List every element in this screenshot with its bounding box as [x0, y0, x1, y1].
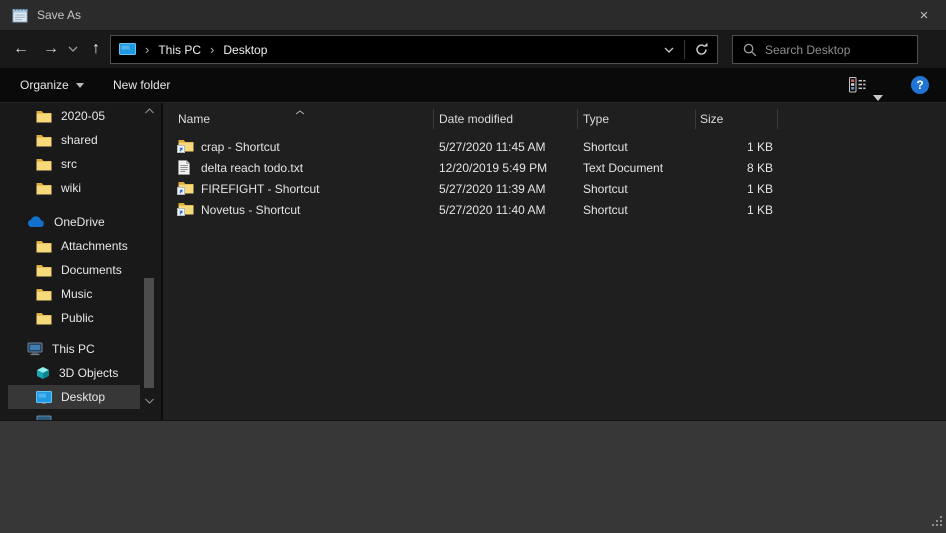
- address-dropdown-button[interactable]: [654, 36, 684, 63]
- sidebar-item-wiki[interactable]: wiki: [0, 176, 142, 200]
- computer-icon: [27, 342, 43, 356]
- window-title: Save As: [37, 8, 81, 22]
- text-document-icon: [178, 157, 195, 178]
- sidebar-item-public[interactable]: Public: [0, 306, 142, 330]
- save-options-panel: File name: Save as type: Text Documents …: [0, 420, 946, 533]
- command-toolbar: Organize New folder ?: [0, 68, 946, 103]
- sidebar-item-partial[interactable]: [0, 409, 142, 420]
- save-as-dialog: Save As × ← → ↑ › This PC › Desktop: [0, 0, 946, 533]
- refresh-button[interactable]: [685, 36, 717, 63]
- folder-icon: [36, 288, 52, 301]
- sidebar-item-onedrive[interactable]: OneDrive: [0, 210, 142, 234]
- dropdown-arrow-icon: [76, 83, 84, 88]
- help-button[interactable]: ?: [911, 76, 929, 94]
- chevron-up-icon: [145, 108, 154, 114]
- folder-shortcut-icon: [178, 199, 195, 220]
- sidebar-item-attachments[interactable]: Attachments: [0, 234, 142, 258]
- recent-locations-chevron[interactable]: [64, 30, 82, 68]
- onedrive-cloud-icon: [27, 216, 45, 228]
- chevron-down-icon: [68, 46, 78, 52]
- column-divider[interactable]: [433, 109, 434, 129]
- new-folder-button[interactable]: New folder: [113, 68, 170, 102]
- sidebar-scrollbar[interactable]: [142, 103, 156, 420]
- folder-icon: [36, 182, 52, 195]
- breadcrumb-separator: ›: [145, 42, 149, 57]
- breadcrumb-desktop[interactable]: Desktop: [223, 43, 267, 57]
- notepad-icon: [11, 6, 29, 24]
- forward-button[interactable]: →: [38, 30, 64, 68]
- sort-ascending-icon: [295, 104, 305, 118]
- folder-icon: [36, 110, 52, 123]
- column-header-name[interactable]: Name: [178, 107, 210, 130]
- sidebar-item-this-pc[interactable]: This PC: [0, 337, 142, 361]
- title-bar: Save As ×: [0, 0, 946, 30]
- search-icon: [743, 43, 757, 57]
- sidebar-item-documents[interactable]: Documents: [0, 258, 142, 282]
- organize-button[interactable]: Organize: [20, 68, 84, 102]
- search-box: [732, 35, 918, 64]
- column-divider[interactable]: [577, 109, 578, 129]
- folder-shortcut-icon: [178, 136, 195, 157]
- change-view-button[interactable]: [849, 77, 866, 93]
- dropdown-arrow-icon: [873, 95, 883, 101]
- column-divider[interactable]: [777, 109, 778, 129]
- sidebar-item-desktop[interactable]: Desktop: [8, 385, 140, 409]
- desktop-monitor-icon: [36, 391, 52, 404]
- navigation-bar: ← → ↑ › This PC › Desktop: [0, 30, 946, 68]
- organize-label: Organize: [20, 78, 69, 92]
- column-header-size[interactable]: Size: [700, 107, 723, 130]
- sidebar-item-music[interactable]: Music: [0, 282, 142, 306]
- sidebar-item-2020-05[interactable]: 2020-05: [0, 104, 142, 128]
- new-folder-label: New folder: [113, 78, 170, 92]
- file-list: Name Date modified Type Size crap - Shor…: [163, 103, 946, 420]
- chevron-down-icon: [145, 398, 154, 404]
- file-row-delta-reach-todo[interactable]: delta reach todo.txt 12/20/2019 5:49 PM …: [163, 157, 946, 178]
- sidebar-item-3d-objects[interactable]: 3D Objects: [0, 361, 142, 385]
- scroll-up-button[interactable]: [144, 107, 154, 115]
- this-pc-icon: [119, 43, 136, 56]
- details-view-icon: [849, 77, 866, 93]
- column-header-date-modified[interactable]: Date modified: [439, 107, 513, 130]
- address-bar[interactable]: › This PC › Desktop: [110, 35, 718, 64]
- scrollbar-thumb[interactable]: [144, 278, 154, 388]
- file-row-firefight-shortcut[interactable]: FIREFIGHT - Shortcut 5/27/2020 11:39 AM …: [163, 178, 946, 199]
- 3d-cube-icon: [36, 366, 50, 380]
- back-button[interactable]: ←: [8, 30, 34, 68]
- resize-grip[interactable]: [931, 515, 943, 530]
- scroll-down-button[interactable]: [144, 397, 154, 405]
- refresh-icon: [694, 42, 709, 57]
- folder-shortcut-icon: [178, 178, 195, 199]
- folder-icon: [36, 240, 52, 253]
- sidebar-item-src[interactable]: src: [0, 152, 142, 176]
- dialog-body: 2020-05 shared src wiki OneDrive Attachm…: [0, 103, 946, 420]
- search-input[interactable]: [765, 43, 917, 57]
- file-row-novetus-shortcut[interactable]: Novetus - Shortcut 5/27/2020 11:40 AM Sh…: [163, 199, 946, 220]
- chevron-down-icon: [664, 47, 674, 53]
- close-button[interactable]: ×: [902, 0, 946, 30]
- column-header-type[interactable]: Type: [583, 107, 609, 130]
- up-button[interactable]: ↑: [84, 30, 108, 68]
- folder-icon: [36, 264, 52, 277]
- folder-icon: [36, 158, 52, 171]
- file-row-crap-shortcut[interactable]: crap - Shortcut 5/27/2020 11:45 AM Short…: [163, 136, 946, 157]
- navigation-pane: 2020-05 shared src wiki OneDrive Attachm…: [0, 103, 161, 420]
- breadcrumb-separator: ›: [210, 42, 214, 57]
- breadcrumb-this-pc[interactable]: This PC: [158, 43, 201, 57]
- column-divider[interactable]: [695, 109, 696, 129]
- folder-icon: [36, 312, 52, 325]
- folder-icon: [36, 134, 52, 147]
- sidebar-item-shared[interactable]: shared: [0, 128, 142, 152]
